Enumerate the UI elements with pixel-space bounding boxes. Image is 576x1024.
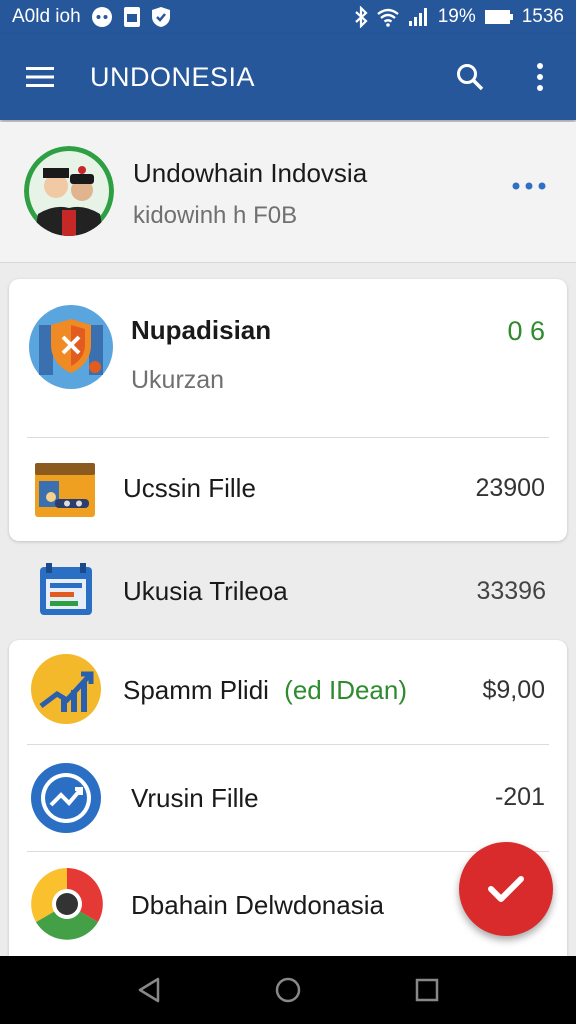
list-item[interactable]: Spamm Plidi (ed IDean) $9,00	[9, 640, 567, 744]
profile-header[interactable]: Undowhain Indovsia kidowinh h F0B	[0, 122, 576, 263]
nav-back-button[interactable]	[129, 970, 169, 1010]
file-box-icon	[33, 459, 99, 526]
list-item-label: Ukusia Trileoa	[123, 576, 288, 606]
list-item-value: 23900	[475, 474, 545, 502]
battery-percent: 19%	[437, 6, 476, 27]
list-item-label-main: Spamm Plidi	[123, 675, 269, 705]
status-bar: A0ld ioh 19% 1536	[0, 0, 576, 34]
list-item-label: Ucssin Fille	[123, 473, 256, 503]
profile-more-button[interactable]	[504, 170, 554, 202]
search-icon	[457, 64, 484, 91]
security-shield-icon	[29, 305, 113, 394]
chart-growth-icon	[31, 654, 101, 729]
overflow-menu-button[interactable]	[520, 57, 560, 97]
profile-name: Undowhain Indovsia	[133, 158, 368, 188]
nav-recents-button[interactable]	[407, 970, 447, 1010]
battery-icon	[484, 9, 514, 25]
confirm-fab[interactable]	[459, 842, 553, 936]
shield-check-icon	[151, 6, 171, 28]
list-item[interactable]: Vrusin Fille -201	[9, 745, 567, 851]
list-item-value: 33396	[476, 577, 546, 605]
card-header-row[interactable]: Nupadisian Ukurzan 0 6	[9, 279, 567, 437]
card-header-subtitle: Ukurzan	[131, 366, 225, 394]
list-item-value: $9,00	[482, 676, 545, 704]
wifi-icon	[376, 7, 400, 27]
menu-icon	[26, 67, 54, 87]
list-item-label: Spamm Plidi (ed IDean)	[123, 675, 407, 706]
app-bar: UNDONESIA	[0, 34, 576, 120]
list-item-label-extra: (ed IDean)	[284, 675, 408, 705]
card-header-value: 0 6	[507, 316, 545, 346]
trend-badge-icon	[31, 763, 101, 838]
search-button[interactable]	[450, 57, 490, 97]
back-triangle-icon	[139, 977, 160, 1003]
sim-card-icon	[123, 6, 141, 28]
list-item-label: Vrusin Fille	[131, 783, 259, 813]
notification-app-icon	[91, 6, 113, 28]
signal-icon	[408, 7, 430, 27]
summary-card: Nupadisian Ukurzan 0 6 Ucssin Fille 2390…	[9, 279, 567, 541]
menu-button[interactable]	[20, 57, 60, 97]
bluetooth-icon	[354, 6, 368, 28]
carrier-text: A0ld ioh	[12, 6, 81, 27]
app-title: UNDONESIA	[90, 61, 256, 92]
profile-subtitle: kidowinh h F0B	[133, 202, 298, 229]
list-item[interactable]: Ukusia Trileoa 33396	[0, 555, 576, 630]
system-nav-bar	[0, 956, 576, 1024]
clock: 1536	[521, 6, 564, 27]
list-item[interactable]: Ucssin Fille 23900	[9, 438, 567, 541]
recents-square-icon	[415, 978, 438, 1002]
list-item-value: -201	[494, 783, 545, 811]
card-header-title: Nupadisian	[131, 315, 272, 345]
more-vert-icon	[537, 63, 543, 91]
calendar-list-icon	[38, 563, 94, 622]
check-icon	[488, 876, 524, 902]
avatar	[24, 146, 114, 236]
nav-home-button[interactable]	[268, 970, 308, 1010]
more-horiz-icon	[512, 182, 546, 190]
list-item-label: Dbahain Delwdonasia	[131, 890, 384, 920]
home-circle-icon	[275, 977, 301, 1003]
chrome-logo-icon	[29, 866, 105, 947]
